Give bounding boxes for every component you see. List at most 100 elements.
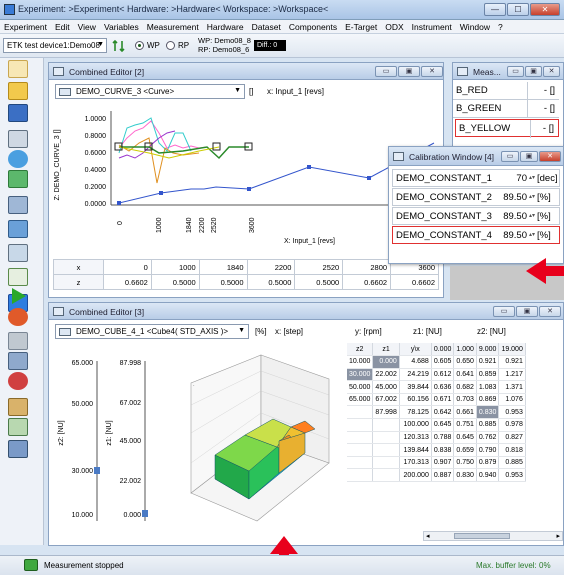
y-cell[interactable]: 139.844 (399, 443, 432, 457)
wp-radio[interactable] (135, 41, 144, 50)
close-button[interactable]: ✕ (530, 3, 560, 16)
z1-cell[interactable]: 87.998 (372, 405, 400, 420)
z1-cell[interactable]: 45.000 (372, 380, 400, 394)
z1-slider-thumb[interactable] (142, 510, 148, 517)
table-cell[interactable]: 2800 (342, 259, 392, 275)
tool-icon[interactable] (8, 398, 28, 416)
editor2-minimize-button[interactable]: ▭ (375, 66, 397, 77)
table-cell[interactable]: 0.751 (453, 418, 477, 432)
meas-close-button[interactable]: ✕ (543, 66, 560, 77)
new-icon[interactable] (8, 60, 28, 78)
table-cell[interactable]: 0.921 (476, 355, 500, 369)
table-cell[interactable]: 0.790 (476, 443, 500, 457)
menu-measurement[interactable]: Measurement (143, 20, 203, 32)
cal-restore-button[interactable]: ▣ (520, 151, 538, 162)
menu-experiment[interactable]: Experiment (0, 20, 51, 32)
spinner-icon[interactable]: ▴▾ (529, 212, 535, 219)
table-cell[interactable]: 0.650 (453, 355, 477, 369)
menu-instrument[interactable]: Instrument (408, 20, 456, 32)
curve-plot[interactable]: Z: DEMO_CURVE_3 [] 1.0000 0.8000 0.6000 … (49, 103, 443, 251)
meas-row-b-red[interactable]: B_RED - [] (453, 82, 559, 100)
list-icon[interactable] (8, 196, 28, 214)
table-cell[interactable]: 0.921 (498, 355, 526, 369)
cal-value[interactable]: 70 (495, 173, 527, 184)
table-cell[interactable]: 0.703 (453, 393, 477, 407)
rp-radio[interactable] (166, 41, 175, 50)
table-cell[interactable]: 0.645 (431, 418, 455, 432)
table-cell[interactable]: 0.750 (453, 456, 477, 470)
editor3-minimize-button[interactable]: ▭ (493, 306, 515, 317)
cal-value[interactable]: 89.50 (495, 211, 527, 222)
table-cell[interactable]: 0.671 (431, 393, 455, 407)
table-cell[interactable]: 1000 (150, 259, 200, 275)
table-cell[interactable]: 0.869 (476, 393, 500, 407)
pause-icon[interactable] (8, 332, 28, 350)
table-cell[interactable]: 0.642 (431, 405, 455, 420)
editor3-restore-button[interactable]: ▣ (516, 306, 538, 317)
table-cell[interactable]: 0.6602 (342, 274, 392, 290)
table-cell[interactable]: 0.5000 (150, 274, 200, 290)
table-cell[interactable]: 0.885 (498, 456, 526, 470)
y-cell[interactable]: 78.125 (399, 405, 432, 420)
table-cell[interactable]: 0.645 (453, 431, 477, 445)
y-cell[interactable]: 120.313 (399, 431, 432, 445)
surface-3d-plot[interactable]: · (169, 343, 345, 539)
y-cell[interactable]: 200.000 (399, 468, 432, 483)
cal-close-button[interactable]: ✕ (539, 151, 561, 162)
sync-icon[interactable] (112, 39, 126, 53)
scrollbar-thumb[interactable] (454, 533, 510, 539)
menu-dataset[interactable]: Dataset (248, 20, 285, 32)
table-cell[interactable]: 1840 (198, 259, 248, 275)
meas-minimize-button[interactable]: ▭ (507, 66, 524, 77)
spinner-icon[interactable]: ▴▾ (529, 174, 535, 181)
device-select[interactable]: ETK test device1:Demo08 ▼ (3, 38, 107, 53)
table-cell[interactable]: 2200 (246, 259, 296, 275)
config-icon[interactable] (8, 440, 28, 458)
table-cell[interactable]: 0.605 (431, 355, 455, 369)
record-red-icon[interactable] (8, 372, 28, 390)
filter-icon[interactable] (8, 244, 28, 262)
editor2-restore-button[interactable]: ▣ (398, 66, 420, 77)
y-cell[interactable]: 4.688 (399, 355, 432, 369)
menu-help[interactable]: ? (494, 20, 507, 32)
table-cell[interactable]: 1.076 (498, 393, 526, 407)
record-icon[interactable] (8, 308, 28, 326)
scroll-left-icon[interactable]: ◂ (426, 532, 430, 540)
y-cell[interactable]: 39.844 (399, 380, 432, 394)
y-cell[interactable]: 170.313 (399, 456, 432, 470)
table-cell[interactable]: 0.885 (476, 418, 500, 432)
z2-cell[interactable]: 50.000 (347, 380, 374, 394)
curve-point[interactable] (247, 187, 251, 191)
table-cell[interactable]: 1.371 (498, 380, 526, 394)
z2-cell[interactable]: 30.000 (347, 368, 374, 382)
table-cell[interactable]: 0.907 (431, 456, 455, 470)
table-cell[interactable]: 0.818 (498, 443, 526, 457)
probe-icon[interactable] (8, 352, 28, 370)
network-icon[interactable] (8, 150, 28, 168)
spinner-icon[interactable]: ▴▾ (529, 231, 535, 238)
curve-select[interactable]: DEMO_CURVE_3 <Curve> ▼ (55, 84, 245, 99)
tree-icon[interactable] (8, 418, 28, 436)
table-cell[interactable]: 0.953 (498, 468, 526, 483)
table-cell[interactable]: 1.083 (476, 380, 500, 394)
table-cell[interactable]: 0.838 (431, 443, 455, 457)
table-cell[interactable]: 0.887 (431, 468, 455, 483)
cal-row-constant-3[interactable]: DEMO_CONSTANT_3 89.50 ▴▾ [%] (392, 207, 560, 225)
table-cell[interactable]: 0.661 (453, 405, 477, 420)
meas-restore-button[interactable]: ▣ (525, 66, 542, 77)
menu-hardware[interactable]: Hardware (203, 20, 248, 32)
menu-variables[interactable]: Variables (100, 20, 143, 32)
menu-odx[interactable]: ODX (381, 20, 407, 32)
table-cell[interactable]: 0.641 (453, 368, 477, 382)
table-cell[interactable]: 0.659 (453, 443, 477, 457)
cal-row-constant-2[interactable]: DEMO_CONSTANT_2 89.50 ▴▾ [%] (392, 188, 560, 206)
table-cell[interactable]: 0.830 (476, 405, 500, 420)
menu-components[interactable]: Components (285, 20, 341, 32)
z1-cell[interactable]: 67.002 (372, 393, 400, 407)
y-cell[interactable]: 100.000 (399, 418, 432, 432)
menu-window[interactable]: Window (456, 20, 494, 32)
table-cell[interactable]: 0.612 (431, 368, 455, 382)
editor2-close-button[interactable]: ✕ (421, 66, 443, 77)
table-cell[interactable]: 0.6602 (390, 274, 439, 290)
play-icon[interactable] (8, 286, 28, 306)
